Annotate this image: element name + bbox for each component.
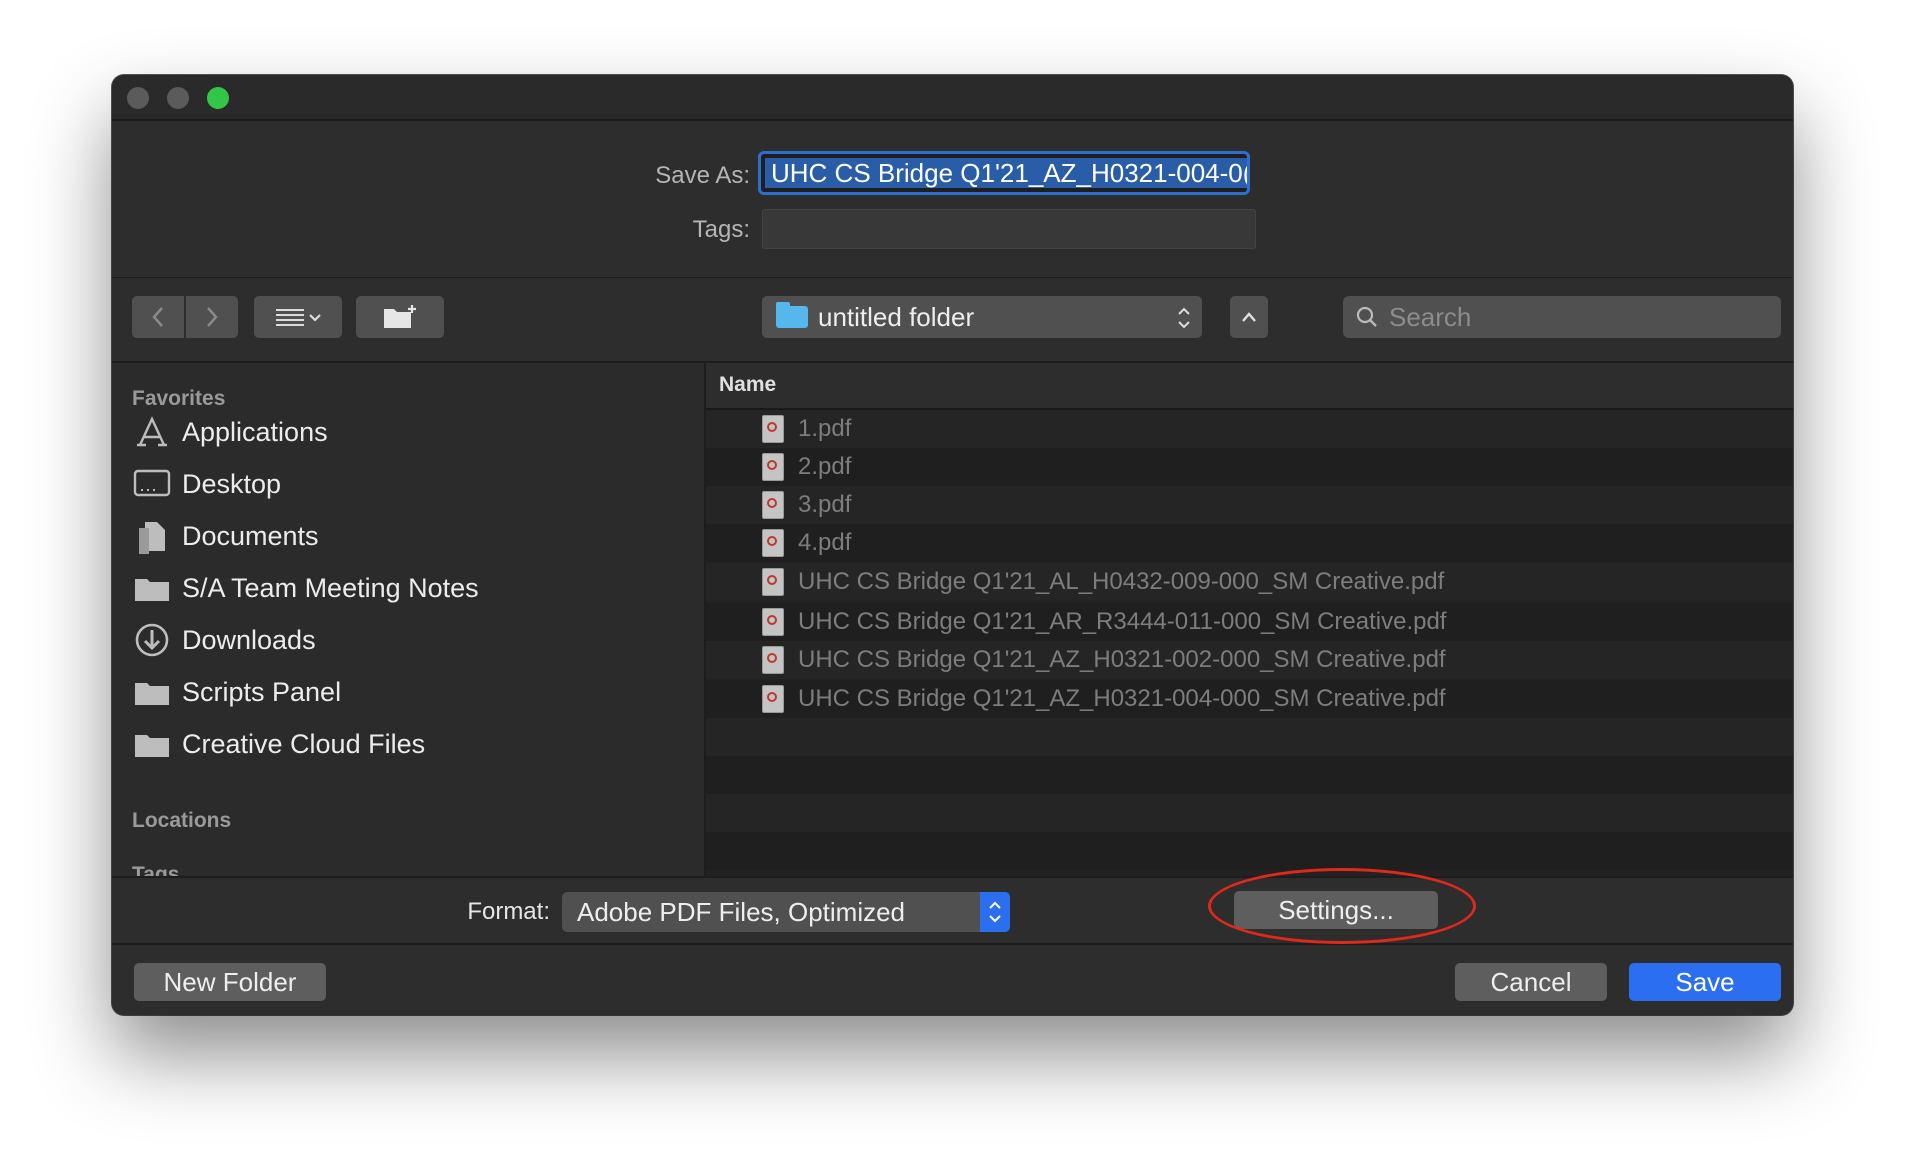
format-bar: Format: Adobe PDF Files, Optimized Setti… <box>112 876 1793 945</box>
divider <box>112 277 1793 278</box>
file-row[interactable]: 2.pdf <box>706 448 1793 486</box>
folder-path-popup[interactable]: untitled folder <box>762 296 1202 338</box>
sidebar-item-label: Desktop <box>182 468 282 499</box>
save-as-label: Save As: <box>655 162 750 189</box>
favorites-heading: Favorites <box>132 387 226 410</box>
folder-icon <box>135 735 169 757</box>
folder-icon <box>135 579 169 601</box>
column-header-name[interactable]: Name <box>706 363 1793 410</box>
current-folder-label: untitled folder <box>818 301 975 332</box>
pdf-file-icon <box>762 415 784 443</box>
pdf-file-icon <box>762 453 784 481</box>
format-label: Format: <box>467 898 550 925</box>
file-name: UHC CS Bridge Q1'21_AL_H0432-009-000_SM … <box>798 568 1445 595</box>
save-as-field[interactable] <box>758 151 1250 195</box>
forward-button[interactable] <box>186 296 238 338</box>
search-icon <box>1356 306 1377 327</box>
sidebar-item-label: S/A Team Meeting Notes <box>182 572 479 603</box>
pdf-file-icon <box>762 491 784 519</box>
file-name: UHC CS Bridge Q1'21_AZ_H0321-002-000_SM … <box>798 646 1446 673</box>
sidebar-item-scripts-panel[interactable]: Scripts Panel <box>132 669 341 715</box>
sidebar-item-team-notes[interactable]: S/A Team Meeting Notes <box>132 565 479 611</box>
file-name: 3.pdf <box>798 491 852 518</box>
sidebar-item-label: Documents <box>182 520 319 551</box>
tags-field[interactable] <box>762 209 1256 249</box>
save-button[interactable]: Save <box>1629 963 1781 1001</box>
sidebar: Favorites Applications Desktop Documents <box>112 363 706 876</box>
downloads-icon <box>135 623 169 657</box>
sidebar-item-downloads[interactable]: Downloads <box>132 617 316 663</box>
save-dialog: Save As: Tags: untitled folder <box>112 75 1793 1015</box>
sidebar-item-documents[interactable]: Documents <box>132 513 319 559</box>
file-row[interactable]: UHC CS Bridge Q1'21_AZ_H0321-004-000_SM … <box>706 680 1793 718</box>
pdf-file-icon <box>762 568 784 596</box>
annotation-circle <box>1208 868 1476 944</box>
file-row[interactable]: 1.pdf <box>706 410 1793 448</box>
new-folder-toolbar-button[interactable] <box>356 296 444 338</box>
new-folder-icon <box>384 305 416 328</box>
documents-icon <box>139 522 165 554</box>
empty-row <box>706 794 1793 832</box>
file-row[interactable]: 4.pdf <box>706 524 1793 562</box>
file-name: 4.pdf <box>798 529 852 556</box>
file-name: 1.pdf <box>798 415 852 442</box>
chevron-left-icon <box>152 307 163 327</box>
new-folder-button[interactable]: New Folder <box>134 963 326 1001</box>
tags-label: Tags: <box>692 216 750 243</box>
format-value: Adobe PDF Files, Optimized <box>577 896 906 927</box>
sidebar-item-creative-cloud[interactable]: Creative Cloud Files <box>132 721 425 767</box>
file-row[interactable]: 3.pdf <box>706 486 1793 524</box>
empty-row <box>706 718 1793 756</box>
file-name: UHC CS Bridge Q1'21_AR_R3444-011-000_SM … <box>798 608 1447 635</box>
cancel-button[interactable]: Cancel <box>1455 963 1607 1001</box>
folder-icon <box>776 302 808 328</box>
view-options-button[interactable] <box>254 296 342 338</box>
sidebar-item-label: Creative Cloud Files <box>182 728 426 759</box>
save-as-input[interactable] <box>765 158 1247 188</box>
file-name: UHC CS Bridge Q1'21_AZ_H0321-004-000_SM … <box>798 685 1446 712</box>
pdf-file-icon <box>762 608 784 636</box>
tags-heading: Tags <box>132 863 180 876</box>
empty-row <box>706 832 1793 870</box>
sidebar-item-applications[interactable]: Applications <box>132 409 328 455</box>
title-bar <box>112 75 1793 121</box>
file-name: 2.pdf <box>798 453 852 480</box>
chevrons-updown-icon <box>1178 307 1190 329</box>
sidebar-item-label: Scripts Panel <box>182 676 342 707</box>
chevrons-updown-icon <box>980 892 1010 932</box>
folder-icon <box>135 683 169 705</box>
locations-heading: Locations <box>132 809 232 832</box>
pdf-file-icon <box>762 529 784 557</box>
file-row[interactable]: UHC CS Bridge Q1'21_AZ_H0321-002-000_SM … <box>706 641 1793 679</box>
format-select[interactable]: Adobe PDF Files, Optimized <box>562 892 1010 932</box>
file-row[interactable]: UHC CS Bridge Q1'21_AL_H0432-009-000_SM … <box>706 563 1793 601</box>
sidebar-item-label: Applications <box>182 416 328 447</box>
chevron-up-icon <box>1242 312 1256 322</box>
list-view-icon <box>276 309 321 326</box>
search-field[interactable] <box>1343 296 1781 338</box>
collapse-button[interactable] <box>1230 296 1268 338</box>
sidebar-item-label: Downloads <box>182 624 316 655</box>
close-window-button[interactable] <box>127 87 149 109</box>
sidebar-item-desktop[interactable]: Desktop <box>132 461 281 507</box>
applications-icon <box>137 416 167 447</box>
search-input[interactable] <box>1387 300 1751 334</box>
desktop-icon <box>133 469 171 497</box>
minimize-window-button[interactable] <box>167 87 189 109</box>
pdf-file-icon <box>762 646 784 674</box>
pdf-file-icon <box>762 685 784 713</box>
zoom-window-button[interactable] <box>207 87 229 109</box>
column-header-label: Name <box>719 373 777 396</box>
file-row[interactable]: UHC CS Bridge Q1'21_AR_R3444-011-000_SM … <box>706 603 1793 641</box>
back-button[interactable] <box>132 296 184 338</box>
file-list: Name 1.pdf 2.pdf 3.pdf 4.pdf UHC CS Brid… <box>706 363 1793 876</box>
empty-row <box>706 756 1793 794</box>
chevron-right-icon <box>207 307 218 327</box>
